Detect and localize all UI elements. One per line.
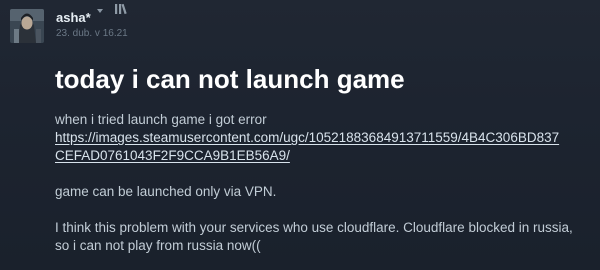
post-paragraph: game can be launched only via VPN. xyxy=(55,183,595,201)
post-text-line: when i tried launch game i got error xyxy=(55,112,267,127)
post-paragraph: I think this problem with your services … xyxy=(55,219,595,255)
post-text-line: so i can not play from russia now(( xyxy=(55,238,261,253)
avatar-image xyxy=(10,9,44,43)
forum-post: asha* 23. dub. v 16.21 today i can not l… xyxy=(0,0,600,270)
post-timestamp: 23. dub. v 16.21 xyxy=(56,28,128,39)
chevron-down-icon[interactable] xyxy=(97,9,103,13)
post-body: when i tried launch game i got error htt… xyxy=(55,111,595,255)
error-screenshot-link[interactable]: https://images.steamusercontent.com/ugc/… xyxy=(55,129,595,147)
author-name[interactable]: asha* xyxy=(56,10,91,25)
error-screenshot-link-continued[interactable]: CEFAD0761043F2F9CCA9B1EB56A9/ xyxy=(55,147,595,165)
post-paragraph: when i tried launch game i got error htt… xyxy=(55,111,595,165)
post-title: today i can not launch game xyxy=(55,64,405,94)
post-text-line: I think this problem with your services … xyxy=(55,220,573,235)
link-text-line-1: https://images.steamusercontent.com/ugc/… xyxy=(55,130,560,145)
link-text-line-2: CEFAD0761043F2F9CCA9B1EB56A9/ xyxy=(55,148,290,163)
post-text-line: game can be launched only via VPN. xyxy=(55,184,277,199)
moderator-bars-icon xyxy=(115,3,127,15)
avatar[interactable] xyxy=(10,9,44,43)
